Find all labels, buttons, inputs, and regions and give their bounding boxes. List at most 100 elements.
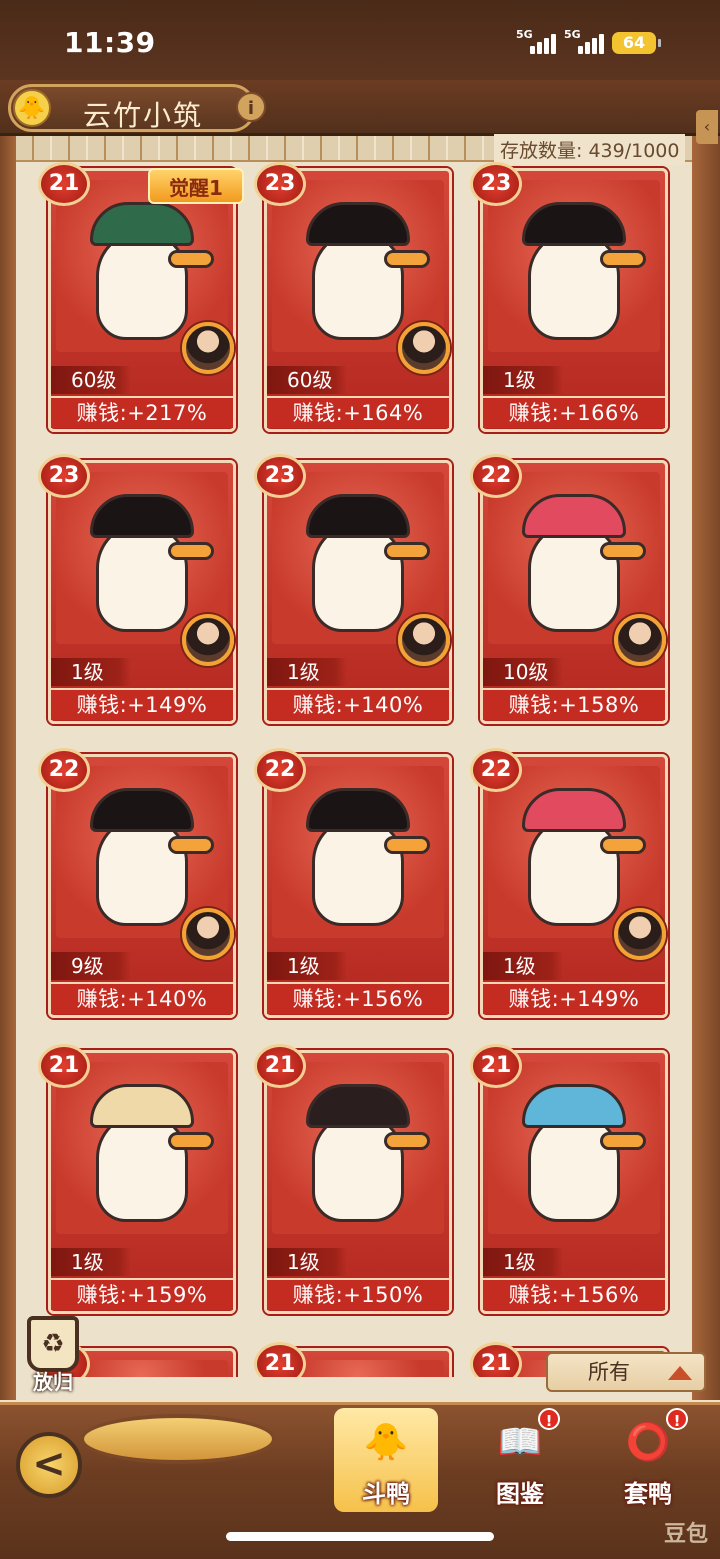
duck-hat	[522, 202, 626, 246]
duck-portrait	[272, 766, 444, 938]
hero-avatar[interactable]	[614, 614, 666, 666]
duck-body	[96, 230, 188, 340]
status-time: 11:39	[64, 26, 156, 59]
level-label: 1级	[483, 952, 563, 980]
filter-dropdown[interactable]: 所有	[546, 1352, 706, 1392]
hero-avatar[interactable]	[614, 908, 666, 960]
duck-hat	[90, 202, 194, 246]
duck-card[interactable]: 22 9级 赚钱:+140%	[38, 748, 238, 1020]
level-label: 1级	[51, 1248, 131, 1276]
duck-card-partial[interactable]: 21	[254, 1342, 454, 1377]
status-bar: 11:39 5G 5G 64	[0, 0, 720, 80]
page-title: 云竹小筑	[83, 99, 204, 132]
earn-bonus: 赚钱:+156%	[267, 982, 449, 1014]
earn-bonus: 赚钱:+149%	[483, 982, 665, 1014]
level-label: 60级	[267, 366, 347, 394]
duck-beak	[168, 250, 214, 268]
rank-badge: 22	[470, 748, 522, 792]
info-icon[interactable]: i	[236, 92, 266, 122]
hero-avatar[interactable]	[182, 908, 234, 960]
hero-avatar[interactable]	[182, 614, 234, 666]
duck-hat	[90, 788, 194, 832]
duck-portrait	[488, 180, 660, 352]
duck-hat	[522, 494, 626, 538]
location-plaque: 🐥 云竹小筑	[8, 84, 256, 132]
earn-bonus: 赚钱:+140%	[51, 982, 233, 1014]
tab-label: 图鉴	[496, 1480, 544, 1508]
duck-card[interactable]: 21 1级 赚钱:+156%	[470, 1044, 670, 1316]
home-indicator[interactable]	[226, 1532, 494, 1541]
filter-value: 所有	[588, 1360, 630, 1384]
rank-badge: 22	[38, 748, 90, 792]
hero-avatar[interactable]	[398, 614, 450, 666]
tab-catch-duck[interactable]: ⭕ 套鸭 !	[596, 1408, 700, 1512]
earn-bonus: 赚钱:+156%	[483, 1278, 665, 1310]
duck-card[interactable]: 23 60级 赚钱:+164%	[254, 162, 454, 434]
rank-badge: 23	[470, 162, 522, 206]
tab-label: 斗鸭	[362, 1480, 410, 1508]
rank-badge: 21	[254, 1044, 306, 1088]
back-button[interactable]: <	[16, 1432, 82, 1498]
rank-badge: 23	[254, 454, 306, 498]
level-label: 1级	[267, 1248, 347, 1276]
release-label: 放归	[33, 1370, 73, 1394]
duck-beak	[384, 836, 430, 854]
duck-hat	[522, 1084, 626, 1128]
earn-bonus: 赚钱:+166%	[483, 396, 665, 428]
release-button[interactable]: ♻ 放归	[18, 1316, 88, 1400]
level-label: 1级	[483, 366, 563, 394]
watermark: 豆包	[664, 1522, 709, 1547]
tab-duck-fight[interactable]: 🐥 斗鸭	[334, 1408, 438, 1512]
level-label: 1级	[267, 952, 347, 980]
header-bar: 🐥 云竹小筑 i	[0, 80, 720, 136]
trash-can-icon: ♻	[27, 1316, 79, 1372]
duck-beak	[384, 542, 430, 560]
battery-icon: 64	[612, 32, 661, 54]
side-handle-icon[interactable]: ‹	[696, 110, 718, 144]
duck-portrait	[488, 1062, 660, 1234]
duck-card[interactable]: 23 1级 赚钱:+166%	[470, 162, 670, 434]
frame-left	[0, 136, 16, 1436]
duck-beak	[384, 1132, 430, 1150]
duck-body	[312, 522, 404, 632]
duck-portrait	[56, 1062, 228, 1234]
notification-badge: !	[538, 1408, 560, 1430]
duck-icon[interactable]: 🐥	[13, 89, 51, 127]
duck-card[interactable]: 22 10级 赚钱:+158%	[470, 454, 670, 726]
duck-body	[312, 230, 404, 340]
duck-beak	[168, 542, 214, 560]
duck-card[interactable]: 22 1级 赚钱:+149%	[470, 748, 670, 1020]
duck-beak	[600, 542, 646, 560]
duck-card[interactable]: 21 1级 赚钱:+150%	[254, 1044, 454, 1316]
hero-avatar[interactable]	[398, 322, 450, 374]
duck-hat	[306, 494, 410, 538]
duck-beak	[600, 250, 646, 268]
duck-body	[96, 1112, 188, 1222]
duck-beak	[168, 1132, 214, 1150]
duck-hat	[90, 1084, 194, 1128]
earn-bonus: 赚钱:+217%	[51, 396, 233, 428]
rank-badge: 21	[38, 1044, 90, 1088]
duck-card[interactable]: 21 觉醒1 60级 赚钱:+217%	[38, 162, 244, 434]
rank-badge: 22	[470, 454, 522, 498]
level-label: 1级	[267, 658, 347, 686]
hero-avatar[interactable]	[182, 322, 234, 374]
duck-body	[528, 522, 620, 632]
earn-bonus: 赚钱:+150%	[267, 1278, 449, 1310]
level-label: 10级	[483, 658, 563, 686]
duck-card[interactable]: 21 1级 赚钱:+159%	[38, 1044, 238, 1316]
duck-card[interactable]: 22 1级 赚钱:+156%	[254, 748, 454, 1020]
duck-hat	[306, 1084, 410, 1128]
frame-right	[692, 136, 720, 1436]
signal-icon-2: 5G	[564, 28, 610, 54]
duck-body	[528, 230, 620, 340]
duck-beak	[600, 1132, 646, 1150]
rank-badge: 23	[254, 162, 306, 206]
storage-capacity: 存放数量: 439/1000	[494, 134, 686, 165]
earn-bonus: 赚钱:+159%	[51, 1278, 233, 1310]
duck-beak	[384, 250, 430, 268]
duck-card[interactable]: 23 1级 赚钱:+149%	[38, 454, 238, 726]
tab-collection[interactable]: 📖 图鉴 !	[468, 1408, 572, 1512]
earn-bonus: 赚钱:+164%	[267, 396, 449, 428]
duck-card[interactable]: 23 1级 赚钱:+140%	[254, 454, 454, 726]
